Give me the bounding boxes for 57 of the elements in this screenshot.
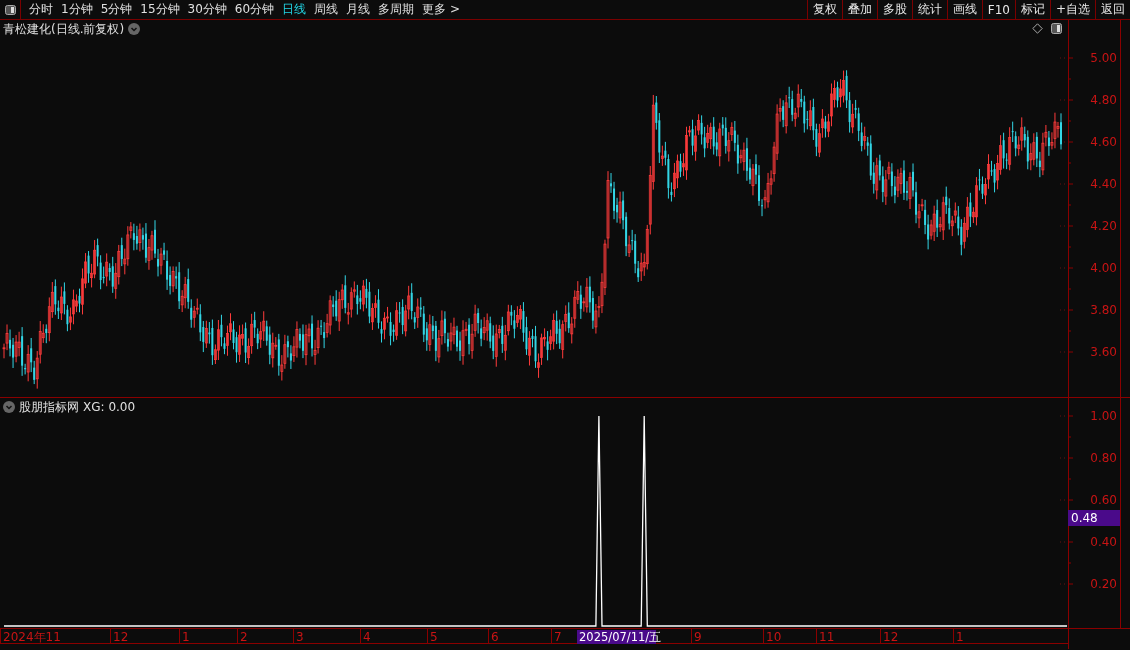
panel-toggle-icon[interactable]: [1051, 23, 1062, 34]
toolbar-button[interactable]: 多股: [876, 0, 912, 19]
toolbar-button[interactable]: 标记: [1014, 0, 1050, 19]
period-tab[interactable]: 更多 >: [418, 1, 464, 18]
chevron-down-icon[interactable]: [128, 23, 141, 35]
toolbar-button[interactable]: 复权: [806, 0, 842, 19]
period-tab[interactable]: 1分钟: [57, 1, 97, 18]
toolbar-button[interactable]: 画线: [946, 0, 982, 19]
axis-label: 4.80: [1090, 93, 1117, 107]
date-label: 3: [296, 630, 304, 644]
date-label: 7: [554, 630, 562, 644]
period-tab[interactable]: 30分钟: [183, 1, 231, 18]
date-label: 2: [240, 630, 248, 644]
toolbar-button[interactable]: F10: [981, 0, 1015, 19]
indicator-reading: XG: 0.00: [83, 400, 136, 414]
date-label: 1: [956, 630, 964, 644]
axis-label: 3.60: [1090, 345, 1117, 359]
axis-label: 4.20: [1090, 219, 1117, 233]
axis-label: 0.20: [1090, 577, 1117, 591]
axis-label: 0.40: [1090, 535, 1117, 549]
axis-label: 3.80: [1090, 303, 1117, 317]
date-label: 2024年11: [3, 630, 61, 644]
toolbar-button[interactable]: 叠加: [841, 0, 877, 19]
axis-label: 4.00: [1090, 261, 1117, 275]
axis-label: 0.60: [1090, 493, 1117, 507]
toolbar-button[interactable]: 统计: [911, 0, 947, 19]
cursor-value-label: 0.48: [1068, 510, 1120, 526]
cursor-date-label: 2025/07/11/五: [577, 630, 662, 644]
date-label: 6: [491, 630, 499, 644]
axis-label: 0.80: [1090, 451, 1117, 465]
toolbar-button[interactable]: 返回: [1095, 0, 1130, 19]
period-tab[interactable]: 周线: [310, 1, 343, 18]
chevron-down-icon[interactable]: [3, 401, 15, 413]
axis-label: 1.00: [1090, 409, 1117, 423]
period-tab[interactable]: 月线: [342, 1, 375, 18]
period-tab[interactable]: 日线: [278, 1, 311, 18]
chart-title: 青松建化(日线.前复权): [3, 20, 125, 38]
indicator-title: 股朋指标网: [19, 398, 79, 416]
date-label: 12: [113, 630, 129, 644]
date-label: 11: [819, 630, 835, 644]
period-tab[interactable]: 60分钟: [230, 1, 279, 18]
date-label: 1: [182, 630, 190, 644]
date-label: 4: [363, 630, 371, 644]
diamond-icon[interactable]: [1032, 23, 1043, 34]
date-label: 5: [430, 630, 438, 644]
period-tab[interactable]: 15分钟: [136, 1, 184, 18]
date-label: 10: [766, 630, 782, 644]
toolbar-button[interactable]: +自选: [1049, 0, 1095, 19]
panel-toggle-icon[interactable]: [4, 4, 16, 15]
axis-label: 5.00: [1090, 51, 1117, 65]
axis-label: 4.60: [1090, 135, 1117, 149]
date-label: 12: [883, 630, 899, 644]
period-tab[interactable]: 5分钟: [96, 1, 137, 18]
period-tab[interactable]: 多周期: [374, 1, 419, 18]
axis-label: 4.40: [1090, 177, 1117, 191]
date-label: 9: [694, 630, 702, 644]
period-tab[interactable]: 分时: [25, 1, 57, 18]
